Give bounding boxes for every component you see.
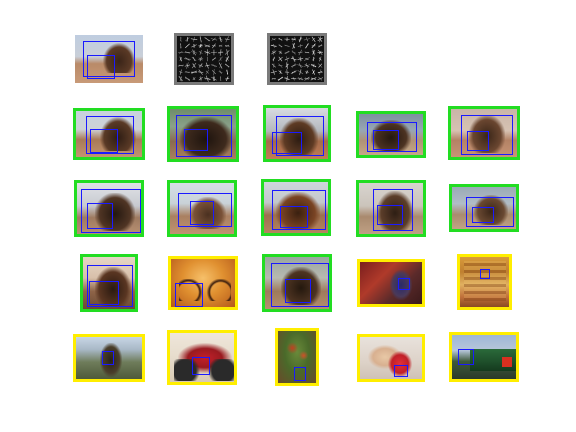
result-tile [168,256,238,310]
hog-template-1 [174,33,234,85]
hog-cell-stroke [225,63,230,68]
result-tile [275,328,319,386]
hog-cell-stroke [225,56,229,62]
hog-cell-stroke [317,51,324,53]
hog-cell-stroke [212,63,216,68]
result-tile [448,106,520,160]
hog-cell-stroke [277,76,283,81]
result-tile [357,259,425,307]
hog-cell-stroke [272,56,275,62]
hog-cell-stroke [285,45,289,47]
result-tile [74,180,144,237]
hog-cell-stroke [291,50,296,55]
result-tile [73,108,145,160]
result-tile [167,180,237,237]
result-tile [80,254,138,312]
hog-cell-stroke [285,50,289,55]
hog-cell-stroke [210,38,218,41]
hog-cell-stroke [305,43,309,49]
result-tile [449,332,519,382]
hog-cell-stroke [279,70,282,75]
hog-cell-stroke [273,63,275,68]
result-tile [261,179,331,236]
query-image [75,35,143,83]
result-tile [167,106,239,162]
result-tile [167,330,237,385]
hog-cell-stroke [180,43,182,49]
hog-cell-stroke [297,70,304,75]
result-tile [262,254,332,312]
hog-cell-stroke [205,37,210,42]
result-tile [356,180,426,237]
hog-cell-stroke [226,69,228,75]
hog-cell-stroke [199,50,202,55]
hog-cell-stroke [273,49,275,56]
result-tile [356,111,426,158]
result-tile [457,254,512,310]
hog-cell-stroke [184,76,190,81]
hog-cell-stroke [205,70,209,74]
hog-cell-stroke [297,77,304,80]
hog-cell-stroke [191,56,197,62]
hog-cell-stroke [200,44,202,48]
hog-template-2 [267,33,327,85]
hog-cell-stroke [213,68,215,76]
hog-cell-stroke [286,76,288,82]
hog-cell-stroke [278,56,283,62]
hog-cell-stroke [199,36,202,42]
hog-cell-stroke [212,58,216,60]
result-tile [73,334,145,382]
hog-cell-stroke [317,77,323,81]
result-tile [449,184,519,232]
hog-cell-stroke [312,49,315,56]
hog-cell-stroke [290,64,297,67]
hog-cell-stroke [218,56,223,62]
hog-cell-stroke [318,57,322,61]
result-tile [357,334,425,382]
hog-cell-stroke [226,49,229,56]
hog-cell-stroke [184,43,190,49]
hog-cell-stroke [311,37,316,41]
retrieval-results-figure [0,0,576,432]
result-tile [263,105,331,162]
hog-cell-stroke [278,44,283,48]
hog-cell-stroke [271,37,277,41]
